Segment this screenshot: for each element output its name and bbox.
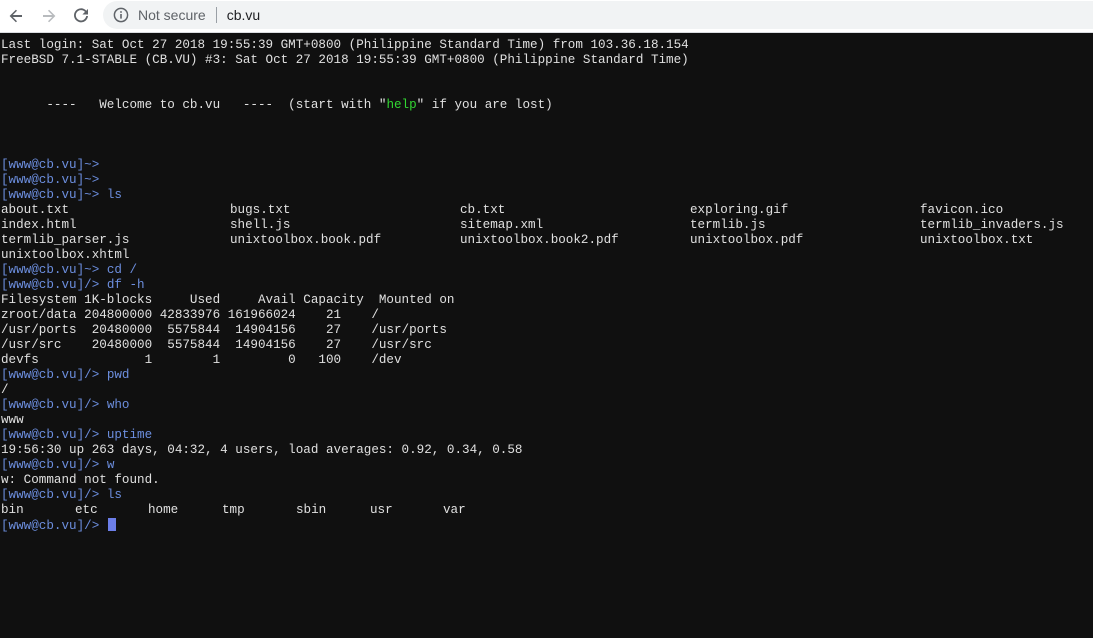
file-entry: index.html [1,218,77,232]
prompt: [www@cb.vu]/> [1,398,107,412]
prompt: [www@cb.vu]/> [1,368,107,382]
prompt-line: [www@cb.vu]~> ls [1,188,122,203]
prompt: [www@cb.vu]/> [1,428,107,442]
prompt: [www@cb.vu]/> [1,519,107,533]
dir-entry: tmp [222,503,245,517]
terminal-screen[interactable]: Last login: Sat Oct 27 2018 19:55:39 GMT… [0,33,1093,609]
text-cursor[interactable] [107,518,116,531]
file-entry: unixtoolbox.book2.pdf [460,233,619,247]
prompt-line: [www@cb.vu]/> uptime [1,428,152,443]
prompt: [www@cb.vu]/> [1,488,107,502]
file-entry: unixtoolbox.book.pdf [230,233,382,247]
address-divider [215,7,217,23]
prompt-line: [www@cb.vu]~> cd / [1,263,137,278]
file-entry: sitemap.xml [460,218,544,232]
dir-entry: home [148,503,179,517]
file-entry: unixtoolbox.txt [920,233,1034,247]
file-entry: favicon.ico [920,203,1004,217]
welcome-text-after: " if you are lost) [416,98,553,112]
help-keyword: help [386,98,417,112]
command-output: 19:56:30 up 263 days, 04:32, 4 users, lo… [1,443,523,457]
dir-entry: usr [370,503,393,517]
arrow-right-icon [43,9,56,23]
command-output: / [1,383,9,397]
system-line: FreeBSD 7.1-STABLE (CB.VU) #3: Sat Oct 2… [1,53,689,67]
address-bar[interactable]: Not secure cb.vu [103,1,1093,29]
dir-entry: etc [75,503,98,517]
ls-row: bin etc home tmp sbin usr var [1,503,601,518]
df-header: Filesystem 1K-blocks Used Avail Capacity… [1,293,455,307]
df-row: devfs 1 1 0 100 /dev [1,353,402,367]
prompt-line: [www@cb.vu]/> w [1,458,114,473]
command-text: df -h [106,278,145,292]
command-output: www [1,413,24,427]
prompt-line: [www@cb.vu]/> pwd [1,368,130,383]
browser-toolbar: Not secure cb.vu [0,0,1093,33]
command-text: w [106,458,115,472]
ls-row: index.html shell.js sitemap.xml termlib.… [1,218,1091,233]
file-entry: shell.js [230,218,291,232]
ls-row: termlib_parser.js unixtoolbox.book.pdf u… [1,233,1091,248]
file-entry: unixtoolbox.xhtml [1,248,130,262]
info-icon[interactable] [113,7,129,23]
prompt: [www@cb.vu]/> [1,278,107,292]
forward-button[interactable] [36,4,62,28]
df-row: zroot/data 204800000 42833976 161966024 … [1,308,379,322]
ls-row: unixtoolbox.xhtml [1,248,1091,263]
command-text: ls [106,488,122,502]
welcome-line: ---- Welcome to cb.vu ---- (start with "… [1,98,553,113]
prompt-line: [www@cb.vu]/> df -h [1,278,145,293]
file-entry: unixtoolbox.pdf [690,233,804,247]
reload-button[interactable] [68,4,94,28]
prompt: [www@cb.vu]~> [1,263,107,277]
prompt: [www@cb.vu]/> [1,458,107,472]
prompt-line: [www@cb.vu]~> [1,173,107,188]
prompt: [www@cb.vu]~> [1,173,107,187]
arrow-left-icon [9,9,22,23]
file-entry: exploring.gif [690,203,789,217]
command-text: pwd [106,368,130,382]
file-entry: cb.txt [460,203,506,217]
file-entry: about.txt [1,203,70,217]
file-entry: termlib.js [690,218,766,232]
dir-entry: var [443,503,466,517]
command-text: who [106,398,130,412]
prompt: [www@cb.vu]~> [1,158,107,172]
dir-entry: sbin [296,503,327,517]
login-line: Last login: Sat Oct 27 2018 19:55:39 GMT… [1,38,689,52]
welcome-text-before: ---- Welcome to cb.vu ---- (start with " [1,98,387,112]
file-entry: termlib_invaders.js [920,218,1064,232]
command-text: ls [106,188,122,202]
ls-row: about.txt bugs.txt cb.txt exploring.gif … [1,203,1091,218]
file-entry: bugs.txt [230,203,291,217]
prompt-line: [www@cb.vu]/> ls [1,488,122,503]
active-prompt-line[interactable]: [www@cb.vu]/> [1,518,116,533]
prompt-line: [www@cb.vu]~> [1,158,107,173]
command-text: cd / [106,263,138,277]
prompt-line: [www@cb.vu]/> who [1,398,130,413]
df-row: /usr/src 20480000 5575844 14904156 27 /u… [1,338,432,352]
prompt: [www@cb.vu]~> [1,188,107,202]
dir-entry: bin [1,503,24,517]
security-label[interactable]: Not secure [138,7,206,23]
command-text: uptime [106,428,153,442]
file-entry: termlib_parser.js [1,233,130,247]
reload-icon [74,8,88,23]
command-output: w: Command not found. [1,473,160,487]
df-row: /usr/ports 20480000 5575844 14904156 27 … [1,323,447,337]
url-text[interactable]: cb.vu [227,7,260,23]
back-button[interactable] [3,4,29,28]
